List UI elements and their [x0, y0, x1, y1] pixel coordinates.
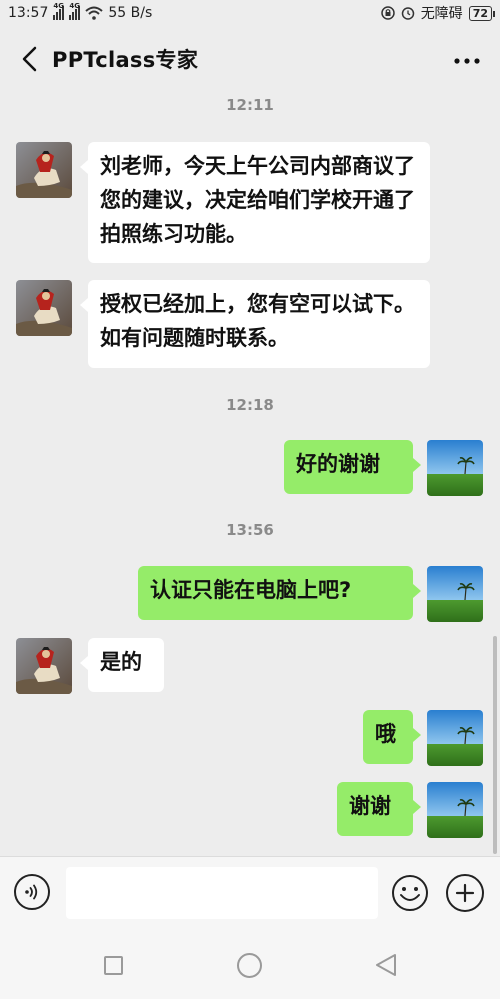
network-type-2: 4G	[69, 2, 80, 10]
message-text: 好的谢谢	[296, 452, 380, 476]
voice-input-icon[interactable]	[14, 874, 50, 910]
battery-level: 72	[472, 6, 488, 20]
alarm-icon	[401, 7, 414, 20]
timestamp: 12:18	[226, 396, 274, 414]
message-bubble-sent[interactable]: 认证只能在电脑上吧?	[138, 566, 421, 620]
message-bubble-received[interactable]: 是的	[80, 638, 164, 692]
battery-icon: 72	[468, 5, 496, 21]
napoleon-avatar[interactable]	[16, 638, 72, 694]
scrollbar[interactable]	[493, 636, 497, 854]
lock-rotation-icon	[380, 6, 395, 20]
back-arrow-icon[interactable]	[8, 37, 52, 81]
network-type-1: 4G	[53, 2, 64, 10]
chat-header: PPTclass专家	[0, 26, 500, 92]
status-time: 13:57	[8, 5, 49, 21]
signal-icon-2: 4G	[69, 2, 81, 20]
more-options-icon[interactable]	[454, 46, 480, 71]
timestamp: 12:11	[226, 96, 274, 114]
message-text: 谢谢	[349, 794, 391, 818]
status-left: 13:57 4G 4G 55 B/s	[8, 2, 153, 21]
message-text: 哦	[375, 722, 396, 746]
napoleon-avatar[interactable]	[16, 142, 72, 198]
system-nav-bar	[0, 928, 500, 999]
palm-beach-avatar[interactable]	[427, 782, 483, 838]
palm-beach-avatar[interactable]	[427, 566, 483, 622]
network-speed: 55 B/s	[108, 5, 153, 21]
nav-back-icon[interactable]	[374, 952, 398, 978]
chat-title: PPTclass专家	[52, 48, 199, 72]
emoji-icon[interactable]	[391, 874, 429, 912]
message-bubble-sent[interactable]: 谢谢	[337, 782, 421, 836]
napoleon-avatar[interactable]	[16, 280, 72, 336]
signal-icon: 4G	[53, 2, 65, 20]
timestamp: 13:56	[226, 521, 274, 539]
message-bubble-sent[interactable]: 好的谢谢	[284, 440, 421, 494]
wifi-icon	[85, 6, 104, 20]
message-text: 是的	[100, 650, 142, 674]
status-right: 无障碍 72	[380, 3, 496, 23]
message-bubble-received[interactable]: 刘老师，今天上午公司内部商议了您的建议，决定给咱们学校开通了拍照练习功能。	[80, 142, 430, 263]
plus-icon[interactable]	[446, 874, 484, 912]
palm-beach-avatar[interactable]	[427, 710, 483, 766]
message-text: 刘老师，今天上午公司内部商议了您的建议，决定给咱们学校开通了拍照练习功能。	[100, 154, 415, 246]
palm-beach-avatar[interactable]	[427, 440, 483, 496]
home-icon[interactable]	[237, 953, 262, 978]
recent-apps-icon[interactable]	[104, 956, 123, 975]
input-bar	[0, 856, 500, 928]
message-bubble-sent[interactable]: 哦	[363, 710, 421, 764]
message-input[interactable]	[66, 867, 378, 919]
status-bar: 13:57 4G 4G 55 B/s 无障碍 72	[0, 0, 500, 26]
message-text: 授权已经加上，您有空可以试下。如有问题随时联系。	[100, 292, 415, 350]
message-bubble-received[interactable]: 授权已经加上，您有空可以试下。如有问题随时联系。	[80, 280, 430, 368]
accessibility-label: 无障碍	[420, 6, 463, 22]
message-text: 认证只能在电脑上吧?	[150, 578, 352, 602]
